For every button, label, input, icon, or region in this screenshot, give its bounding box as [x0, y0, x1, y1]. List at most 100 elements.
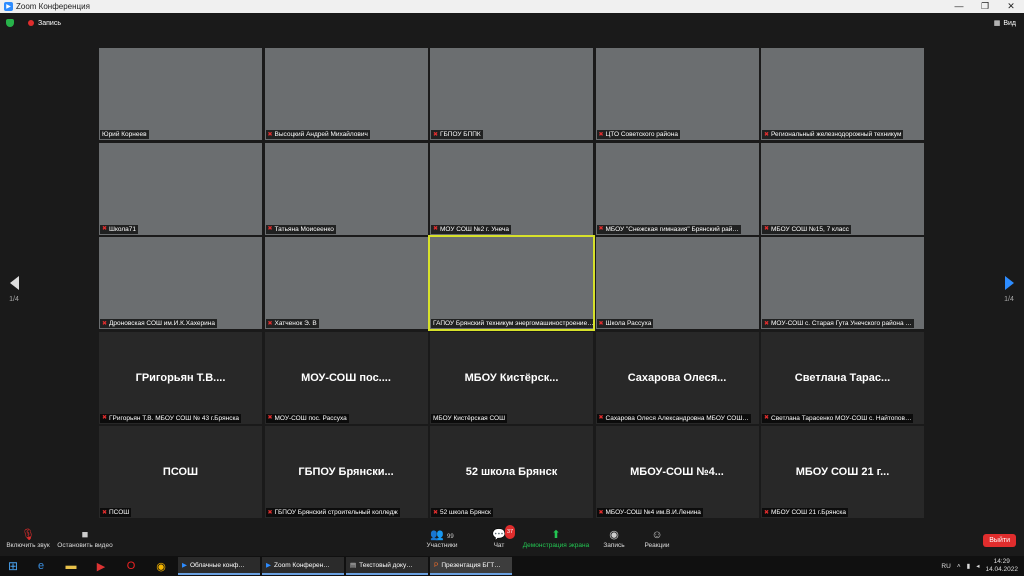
- edge-icon[interactable]: e: [26, 556, 56, 576]
- participant-name-label: ✖ Татьяна Моисеенко: [265, 224, 336, 234]
- participant-name-label: ✖ Дроновская СОШ им.И.К.Хахерина: [100, 319, 217, 328]
- participant-tile[interactable]: ГБПОУ Брянски... ✖ ГБПОУ Брянский строител…: [264, 426, 428, 518]
- participant-tile[interactable]: МБОУ-СОШ №4... ✖ МБОУ-СОШ №4 им.В.И.Ленина: [595, 426, 759, 518]
- chat-icon: 💬 37: [487, 525, 516, 542]
- opera-icon[interactable]: O: [116, 556, 146, 576]
- participant-tile[interactable]: ✖ МОУ СОШ №2 г. Унеча: [430, 142, 593, 235]
- participant-name-label: ✖ ГРигорьян Т.В. МБОУ СОШ № 43 г.Брянска: [100, 413, 242, 423]
- chrome-icon[interactable]: ◉: [146, 556, 176, 576]
- window-title: Zoom Конференция: [16, 2, 90, 11]
- start-icon[interactable]: ⊞: [0, 556, 26, 576]
- clock-date: 14.04.2022: [985, 566, 1018, 573]
- participant-display-name: Светлана Тарас...: [794, 371, 891, 384]
- participant-tile[interactable]: Юрий Корнеев: [99, 48, 262, 140]
- participants-label: Участники: [426, 542, 458, 549]
- participant-name-label: ✖ МОУ-СОШ пос. Рассуха: [265, 413, 349, 423]
- view-button[interactable]: ▦ Вид: [993, 19, 1016, 28]
- participant-tile[interactable]: ГРигорьян Т.В.... ✖ ГРигорьян Т.В. МБОУ СО…: [99, 331, 262, 424]
- record-icon: ◉: [609, 529, 619, 541]
- participant-label-text: ПСОШ: [109, 509, 130, 516]
- share-screen-icon: ⬆: [551, 529, 561, 541]
- prev-page-button[interactable]: 1/4: [6, 276, 22, 303]
- participant-tile[interactable]: Светлана Тарас... ✖ Светлана Тарасенко МОУ…: [761, 331, 924, 424]
- media-player-icon[interactable]: ▶: [86, 556, 116, 576]
- participant-tile[interactable]: ✖ Региональный железнодорожный техникум: [761, 48, 924, 140]
- muted-mic-icon: ✖: [433, 509, 439, 516]
- maximize-button[interactable]: ❐: [972, 0, 998, 13]
- muted-mic-icon: ✖: [102, 415, 108, 421]
- close-button[interactable]: ✕: [998, 0, 1024, 13]
- language-indicator[interactable]: RU: [941, 563, 950, 570]
- unmute-button[interactable]: 🎙 Включить звук: [6, 528, 50, 549]
- muted-mic-icon: ✖: [598, 415, 604, 421]
- participant-tile[interactable]: ✖ Татьяна Моисеенко: [264, 142, 428, 235]
- zoom-app-icon: ▶: [182, 562, 187, 569]
- volume-icon[interactable]: ◂: [976, 562, 979, 570]
- network-icon[interactable]: ▮: [967, 562, 971, 570]
- participant-tile[interactable]: 52 школа Брянск ✖ 52 школа Брянск: [430, 426, 593, 518]
- record-button[interactable]: ◉ Запись: [601, 528, 627, 549]
- participant-tile[interactable]: ✖ МБОУ СОШ №15, 7 класс: [761, 142, 924, 235]
- taskbar-app-label: Облачные конф…: [190, 561, 245, 569]
- page-indicator-left: 1/4: [9, 296, 19, 303]
- participant-tile[interactable]: ✖ ЦТО Советского района: [595, 48, 759, 140]
- taskbar-app-zoom[interactable]: ▶ Zoom Конферен…: [262, 557, 344, 575]
- participant-tile[interactable]: ✖ Хатченок Э. В: [264, 237, 428, 329]
- participant-name-label: ✖ Сахарова Олеся Александровна МБОУ СОШ…: [596, 413, 751, 423]
- participant-tile[interactable]: ✖ Школа Рассуха: [595, 237, 759, 329]
- stop-video-button[interactable]: ■ Остановить видео: [56, 528, 114, 549]
- share-screen-button[interactable]: ⬆ Демонстрация экрана: [520, 528, 592, 549]
- participant-tile[interactable]: ✖ МБОУ "Снежская гимназия" Брянский рай…: [595, 142, 759, 235]
- system-tray: RU ˄ ▮ ◂ 14:29 14.04.2022: [941, 558, 1024, 574]
- participant-tile[interactable]: ✖ ГБПОУ БППК: [430, 48, 593, 140]
- participant-name-label: ✖ 52 школа Брянск: [431, 508, 493, 517]
- participant-tile[interactable]: ✖ Дроновская СОШ им.И.К.Хахерина: [99, 237, 262, 329]
- participants-button[interactable]: 👥 99 Участники: [424, 528, 460, 549]
- participant-tile[interactable]: ✖ МОУ-СОШ с. Старая Гута Унечского района…: [761, 237, 924, 329]
- muted-mic-icon: ✖: [433, 131, 439, 138]
- leave-button[interactable]: Выйти: [983, 534, 1016, 547]
- muted-mic-icon: ✖: [764, 415, 770, 421]
- chat-button[interactable]: 💬 37 Чат: [487, 525, 516, 549]
- grid-view-icon: ▦: [993, 20, 1001, 27]
- tray-chevron-icon[interactable]: ˄: [957, 563, 961, 570]
- participant-name-label: ✖ МБОУ СОШ №15, 7 класс: [762, 224, 851, 234]
- stop-video-label: Остановить видео: [57, 542, 113, 549]
- muted-mic-icon: ✖: [764, 226, 770, 232]
- muted-mic-icon: ✖: [102, 320, 108, 327]
- participant-tile[interactable]: МОУ-СОШ пос.... ✖ МОУ-СОШ пос. Рассуха: [264, 331, 428, 424]
- minimize-button[interactable]: —: [946, 0, 972, 13]
- participant-tile[interactable]: ✖ Высоцкий Андрей Михайлович: [264, 48, 428, 140]
- chevron-left-icon: [9, 276, 19, 290]
- chat-badge: 37: [505, 525, 516, 539]
- participant-tile[interactable]: МБОУ Кистёрск... МБОУ Кистёрская СОШ: [430, 331, 593, 424]
- view-label: Вид: [1003, 19, 1016, 27]
- participant-tile[interactable]: ГАПОУ Брянский техникум энергомашиностро…: [428, 235, 595, 331]
- participant-tile[interactable]: ✖ Школа71: [99, 142, 262, 235]
- reactions-icon: ☺: [651, 529, 663, 541]
- taskbar-app-presentation[interactable]: P Презентация БГТ…: [430, 557, 512, 575]
- gallery-grid: Юрий Корнеев ✖ Высоцкий Андрей Михайлович ✖…: [99, 48, 925, 520]
- participant-tile[interactable]: ПСОШ ✖ ПСОШ: [99, 426, 262, 518]
- participant-display-name: Сахарова Олеся...: [627, 371, 727, 384]
- taskbar-app-cloud[interactable]: ▶ Облачные конф…: [178, 557, 260, 575]
- unmute-label: Включить звук: [6, 542, 50, 549]
- security-shield-icon[interactable]: [6, 19, 14, 27]
- participant-label-text: 52 школа Брянск: [440, 509, 491, 516]
- participant-label-text: Школа71: [109, 225, 136, 233]
- video-camera-icon: ■: [81, 529, 89, 541]
- next-page-button[interactable]: 1/4: [1001, 276, 1017, 303]
- taskbar-app-text[interactable]: ▤ Текстовый доку…: [346, 557, 428, 575]
- reactions-button[interactable]: ☺ Реакции: [642, 528, 672, 549]
- participant-name-label: ✖ ГБПОУ БППК: [431, 130, 483, 139]
- participant-tile[interactable]: МБОУ СОШ 21 г... ✖ МБОУ СОШ 21 г.Брянска: [761, 426, 924, 518]
- participant-label-text: Региональный железнодорожный техникум: [771, 131, 902, 138]
- participant-label-text: МБОУ СОШ №15, 7 класс: [771, 225, 849, 233]
- participant-tile[interactable]: Сахарова Олеся... ✖ Сахарова Олеся Алексан…: [595, 331, 759, 424]
- muted-mic-icon: ✖: [764, 320, 770, 327]
- folder-icon[interactable]: ▬: [56, 556, 86, 576]
- participant-label-text: МБОУ Кистёрская СОШ: [433, 414, 506, 422]
- participant-name-label: МБОУ Кистёрская СОШ: [431, 413, 508, 423]
- clock[interactable]: 14:29 14.04.2022: [985, 558, 1018, 574]
- muted-mic-icon: ✖: [598, 226, 604, 232]
